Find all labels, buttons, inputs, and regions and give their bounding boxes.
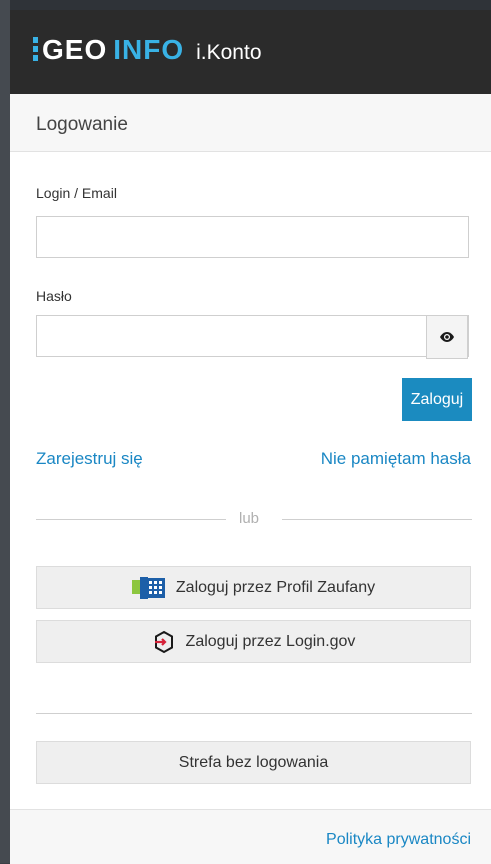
login-panel: GEO INFO i.Konto Logowanie Login / Email… — [10, 10, 491, 864]
logo-info: INFO — [113, 34, 185, 65]
guest-zone-label: Strefa bez logowania — [178, 753, 329, 771]
login-gov-button[interactable]: Zaloguj przez Login.gov — [36, 620, 471, 663]
register-link[interactable]: Zarejestruj się — [36, 449, 143, 469]
forgot-password-link[interactable]: Nie pamiętam hasła — [321, 449, 471, 469]
password-field — [36, 315, 469, 359]
profil-zaufany-label: Zaloguj przez Profil Zaufany — [175, 578, 376, 596]
or-separator: lub — [36, 509, 472, 529]
separator-line-right — [282, 519, 472, 520]
profil-zaufany-button[interactable]: Zaloguj przez Profil Zaufany — [36, 566, 471, 609]
separator-text: lub — [239, 510, 260, 527]
login-gov-icon — [152, 630, 176, 654]
logo-konto: i.Konto — [196, 41, 262, 64]
logo-geo: GEO — [42, 34, 108, 65]
separator-line-left — [36, 519, 226, 520]
section-divider — [36, 713, 472, 714]
show-password-button[interactable] — [426, 315, 468, 359]
login-label: Login / Email — [36, 185, 117, 201]
eye-icon — [440, 332, 454, 342]
login-gov-label: Zaloguj przez Login.gov — [185, 632, 356, 650]
panel-title-row: Logowanie — [10, 94, 491, 152]
login-input[interactable] — [36, 216, 469, 258]
login-button[interactable]: Zaloguj — [402, 378, 472, 421]
logo-mark-icon — [33, 37, 38, 61]
password-input[interactable] — [37, 316, 425, 356]
page-title: Logowanie — [36, 114, 128, 135]
background-edge — [0, 0, 10, 863]
footer: Polityka prywatności — [10, 809, 491, 864]
header: GEO INFO i.Konto — [10, 10, 491, 94]
geoinfo-logo: GEO INFO i.Konto — [33, 34, 262, 70]
privacy-policy-link[interactable]: Polityka prywatności — [326, 831, 471, 849]
profil-zaufany-icon — [131, 576, 166, 599]
password-label: Hasło — [36, 288, 72, 304]
guest-zone-button[interactable]: Strefa bez logowania — [36, 741, 471, 784]
